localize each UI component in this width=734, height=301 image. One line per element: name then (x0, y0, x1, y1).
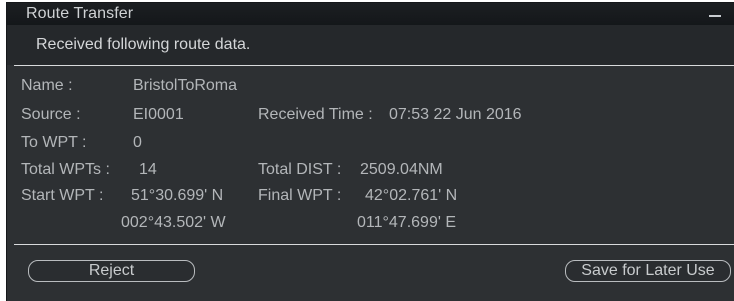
start-wpt-label: Start WPT : (21, 187, 104, 204)
received-time-label: Received Time : (258, 106, 373, 123)
message-header: Received following route data. (7, 25, 734, 65)
final-wpt-latitude: 42°02.761' N (365, 187, 458, 204)
bottom-divider (14, 244, 734, 245)
title-bar[interactable]: Route Transfer (7, 3, 734, 25)
source-label: Source : (21, 106, 81, 123)
total-dist-value: 2509.04NM (360, 161, 443, 178)
route-transfer-dialog: Route Transfer Received following route … (6, 2, 734, 301)
top-divider (14, 65, 734, 66)
received-time-value: 07:53 22 Jun 2016 (389, 106, 522, 123)
total-wpts-label: Total WPTs : (21, 161, 110, 178)
to-wpt-label: To WPT : (21, 134, 87, 151)
received-message: Received following route data. (36, 36, 251, 53)
dialog-title: Route Transfer (26, 5, 134, 22)
to-wpt-value: 0 (133, 134, 142, 151)
final-wpt-longitude: 011°47.699' E (357, 214, 457, 231)
final-wpt-label: Final WPT : (258, 187, 342, 204)
save-for-later-button[interactable]: Save for Later Use (565, 260, 731, 282)
reject-button[interactable]: Reject (28, 260, 195, 282)
start-wpt-latitude: 51°30.699' N (131, 187, 224, 204)
total-dist-label: Total DIST : (258, 161, 342, 178)
start-wpt-longitude: 002°43.502' W (121, 214, 226, 231)
minimize-icon[interactable] (709, 15, 721, 17)
total-wpts-value: 14 (139, 161, 157, 178)
source-value: EI0001 (133, 106, 184, 123)
name-label: Name : (21, 77, 73, 94)
name-value: BristolToRoma (133, 77, 238, 94)
